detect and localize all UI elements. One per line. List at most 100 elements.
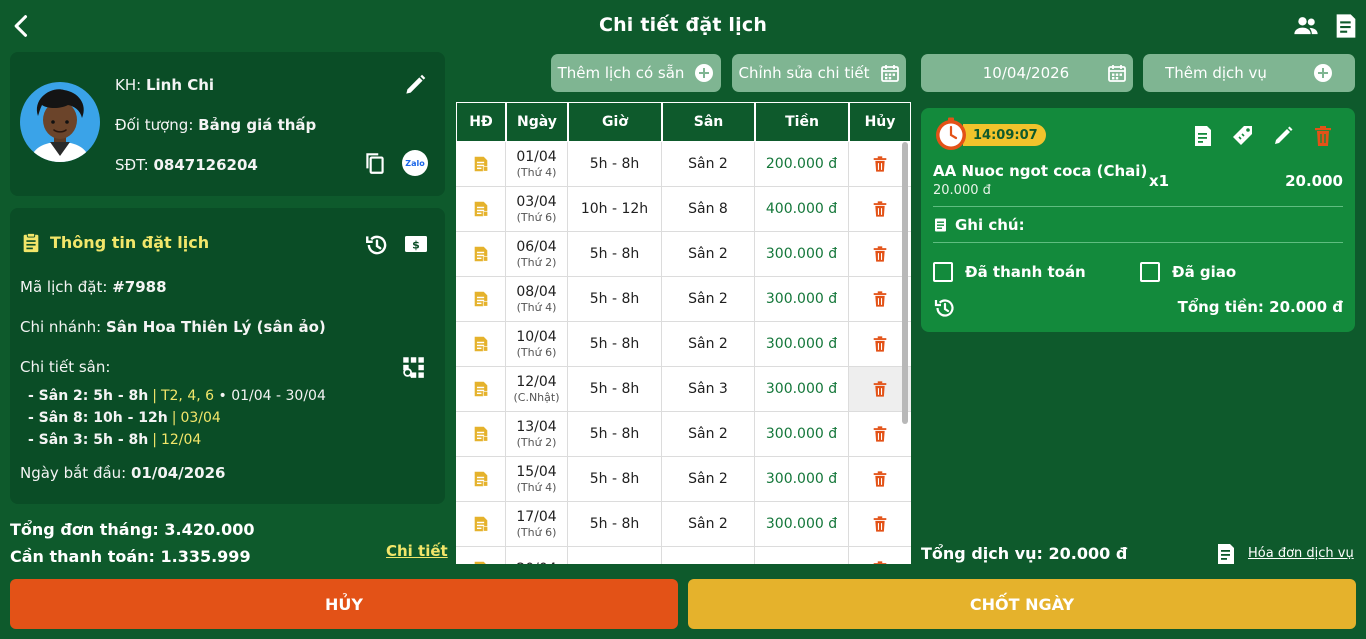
edit-detail-button[interactable]: Chỉnh sửa chi tiết bbox=[732, 54, 906, 92]
row-court bbox=[662, 547, 755, 564]
table-row[interactable]: 10/04 (Thứ 6) 5h - 8h Sân 2 300.000 đ bbox=[456, 322, 911, 367]
note-icon bbox=[933, 217, 949, 233]
table-row[interactable]: 15/04 (Thứ 4) 5h - 8h Sân 2 300.000 đ bbox=[456, 457, 911, 502]
row-amount: 300.000 đ bbox=[755, 277, 849, 321]
row-date-cell: 08/04 (Thứ 4) bbox=[506, 277, 568, 321]
calendar-icon bbox=[1107, 63, 1127, 83]
row-date-cell: 15/04 (Thứ 4) bbox=[506, 457, 568, 501]
row-delete-icon[interactable] bbox=[849, 457, 911, 501]
row-invoice-icon[interactable] bbox=[456, 232, 506, 276]
zalo-icon[interactable]: Zalo bbox=[402, 150, 428, 176]
month-total: Tổng đơn tháng: 3.420.000 bbox=[10, 520, 255, 539]
service-sum: Tổng tiền: 20.000 đ bbox=[1177, 298, 1343, 316]
row-amount: 300.000 đ bbox=[755, 232, 849, 276]
service-total: Tổng dịch vụ: 20.000 đ bbox=[921, 544, 1128, 563]
cancel-button[interactable]: HỦY bbox=[10, 579, 678, 629]
row-invoice-icon[interactable] bbox=[456, 187, 506, 231]
table-row[interactable]: 06/04 (Thứ 2) 5h - 8h Sân 2 300.000 đ bbox=[456, 232, 911, 277]
note-label: Ghi chú: bbox=[955, 216, 1025, 234]
row-delete-icon[interactable] bbox=[849, 502, 911, 546]
row-court: Sân 2 bbox=[662, 232, 755, 276]
row-invoice-icon[interactable] bbox=[456, 502, 506, 546]
table-scrollbar[interactable] bbox=[902, 142, 908, 424]
avatar bbox=[20, 82, 100, 162]
row-date-cell: 17/04 (Thứ 6) bbox=[506, 502, 568, 546]
table-row[interactable]: 12/04 (C.Nhật) 5h - 8h Sân 3 300.000 đ bbox=[456, 367, 911, 412]
col-amount: Tiền bbox=[755, 102, 849, 142]
row-weekday: (Thứ 6) bbox=[516, 211, 557, 224]
invoice-icon[interactable] bbox=[1191, 124, 1215, 148]
edit-service-icon[interactable] bbox=[1271, 124, 1295, 148]
history-icon[interactable] bbox=[364, 232, 390, 258]
detail-link[interactable]: Chi tiết bbox=[386, 542, 448, 560]
divider bbox=[933, 206, 1343, 207]
row-date-cell: 13/04 (Thứ 2) bbox=[506, 412, 568, 456]
copy-icon[interactable] bbox=[362, 150, 388, 176]
row-weekday: (Thứ 4) bbox=[516, 301, 557, 314]
row-date-cell: 12/04 (C.Nhật) bbox=[506, 367, 568, 411]
row-time: 10h - 12h bbox=[568, 187, 662, 231]
row-date-cell: 01/04 (Thứ 4) bbox=[506, 142, 568, 186]
row-amount: 300.000 đ bbox=[755, 322, 849, 366]
schedule-table: HĐ Ngày Giờ Sân Tiền Hủy 01/04 (Thứ 4) 5h … bbox=[456, 102, 911, 564]
table-row[interactable]: 01/04 (Thứ 4) 5h - 8h Sân 2 200.000 đ bbox=[456, 142, 911, 187]
invoice-list-icon[interactable] bbox=[1332, 12, 1360, 40]
edit-detail-label: Chỉnh sửa chi tiết bbox=[738, 64, 870, 82]
row-amount: 200.000 đ bbox=[755, 142, 849, 186]
col-cancel: Hủy bbox=[849, 102, 911, 142]
row-delete-icon[interactable] bbox=[849, 547, 911, 564]
row-date: 10/04 bbox=[516, 329, 557, 345]
row-time: 5h - 8h bbox=[568, 412, 662, 456]
row-invoice-icon[interactable] bbox=[456, 547, 506, 564]
plus-circle-icon bbox=[1313, 63, 1333, 83]
table-row[interactable]: 20/04 bbox=[456, 547, 911, 564]
court-line: - Sân 8: 10h - 12h | 03/04 bbox=[28, 410, 221, 426]
checkbox-box[interactable] bbox=[933, 262, 953, 282]
grid-search-icon[interactable] bbox=[400, 354, 426, 380]
row-invoice-icon[interactable] bbox=[456, 142, 506, 186]
date-picker[interactable]: 10/04/2026 bbox=[921, 54, 1133, 92]
table-row[interactable]: 17/04 (Thứ 6) 5h - 8h Sân 2 300.000 đ bbox=[456, 502, 911, 547]
row-time bbox=[568, 547, 662, 564]
users-icon[interactable] bbox=[1292, 12, 1320, 40]
delivered-checkbox[interactable]: Đã giao bbox=[1140, 262, 1236, 282]
service-unit-price: 20.000 đ bbox=[933, 183, 991, 198]
table-row[interactable]: 03/04 (Thứ 6) 10h - 12h Sân 8 400.000 đ bbox=[456, 187, 911, 232]
row-court: Sân 2 bbox=[662, 412, 755, 456]
row-date: 03/04 bbox=[516, 194, 557, 210]
paid-checkbox[interactable]: Đã thanh toán bbox=[933, 262, 1086, 282]
confirm-date-button[interactable]: CHỐT NGÀY bbox=[688, 579, 1356, 629]
delete-service-icon[interactable] bbox=[1311, 124, 1335, 148]
tag-icon[interactable] bbox=[1231, 124, 1255, 148]
col-court: Sân bbox=[662, 102, 755, 142]
add-service-button[interactable]: Thêm dịch vụ bbox=[1143, 54, 1355, 92]
row-date-cell: 20/04 bbox=[506, 547, 568, 564]
row-invoice-icon[interactable] bbox=[456, 412, 506, 456]
col-date: Ngày bbox=[506, 102, 568, 142]
row-invoice-icon[interactable] bbox=[456, 367, 506, 411]
row-amount: 300.000 đ bbox=[755, 412, 849, 456]
court-line: - Sân 2: 5h - 8h | T2, 4, 6 • 01/04 - 30/0… bbox=[28, 388, 326, 404]
checkbox-box[interactable] bbox=[1140, 262, 1160, 282]
service-history-icon[interactable] bbox=[933, 296, 957, 320]
row-date: 17/04 bbox=[516, 509, 557, 525]
table-row[interactable]: 13/04 (Thứ 2) 5h - 8h Sân 2 300.000 đ bbox=[456, 412, 911, 457]
table-body: 01/04 (Thứ 4) 5h - 8h Sân 2 200.000 đ 03/04 (T… bbox=[456, 142, 911, 564]
row-invoice-icon[interactable] bbox=[456, 457, 506, 501]
table-row[interactable]: 08/04 (Thứ 4) 5h - 8h Sân 2 300.000 đ bbox=[456, 277, 911, 322]
service-invoice-link[interactable]: Hóa đơn dịch vụ bbox=[1248, 546, 1354, 561]
row-invoice-icon[interactable] bbox=[456, 277, 506, 321]
cash-icon[interactable]: $ bbox=[404, 234, 428, 254]
delivered-label: Đã giao bbox=[1172, 263, 1237, 281]
row-date-cell: 03/04 (Thứ 6) bbox=[506, 187, 568, 231]
clipboard-icon bbox=[20, 232, 42, 254]
edit-customer-icon[interactable] bbox=[402, 72, 428, 98]
add-service-label: Thêm dịch vụ bbox=[1165, 64, 1267, 82]
row-amount: 300.000 đ bbox=[755, 502, 849, 546]
add-existing-schedule-button[interactable]: Thêm lịch có sẵn bbox=[551, 54, 721, 92]
row-invoice-icon[interactable] bbox=[456, 322, 506, 366]
row-weekday: (Thứ 4) bbox=[516, 166, 557, 179]
service-invoice-icon[interactable] bbox=[1214, 542, 1238, 566]
note-row[interactable]: Ghi chú: bbox=[933, 216, 1025, 234]
row-date: 12/04 bbox=[516, 374, 557, 390]
